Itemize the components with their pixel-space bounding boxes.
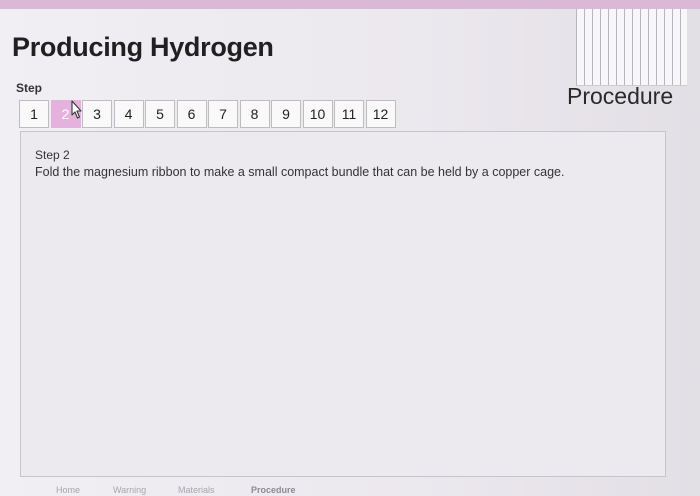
step-content-panel: Step 2 Fold the magnesium ribbon to make…	[20, 131, 666, 477]
step-instruction-text: Fold the magnesium ribbon to make a smal…	[35, 165, 565, 179]
nav-link-materials[interactable]: Materials	[178, 485, 215, 495]
step-button-10[interactable]: 10	[302, 100, 333, 128]
page: Producing Hydrogen Procedure Step 1 2 3 …	[0, 9, 700, 496]
page-title: Producing Hydrogen	[12, 32, 274, 62]
top-accent-band	[0, 0, 700, 9]
step-button-8[interactable]: 8	[239, 100, 270, 128]
mouse-pointer-icon	[71, 100, 82, 119]
step-button-4[interactable]: 4	[113, 100, 144, 128]
bottom-navigation: Home Warning Materials Procedure	[0, 483, 700, 496]
step-button-9[interactable]: 9	[271, 100, 301, 128]
nav-link-warning[interactable]: Warning	[113, 485, 146, 495]
step-button-6[interactable]: 6	[176, 100, 207, 128]
step-title: Step 2	[35, 148, 70, 162]
nav-link-home[interactable]: Home	[56, 485, 80, 495]
step-button-5[interactable]: 5	[145, 100, 175, 128]
section-heading: Procedure	[567, 83, 674, 109]
step-button-7[interactable]: 7	[208, 100, 238, 128]
nav-link-procedure[interactable]: Procedure	[251, 485, 296, 495]
step-button-12[interactable]: 12	[365, 100, 396, 128]
step-button-1[interactable]: 1	[19, 100, 49, 128]
decorative-stripes	[576, 9, 687, 86]
step-button-11[interactable]: 11	[334, 100, 364, 128]
step-button-3[interactable]: 3	[82, 100, 112, 128]
step-label: Step	[16, 81, 43, 95]
